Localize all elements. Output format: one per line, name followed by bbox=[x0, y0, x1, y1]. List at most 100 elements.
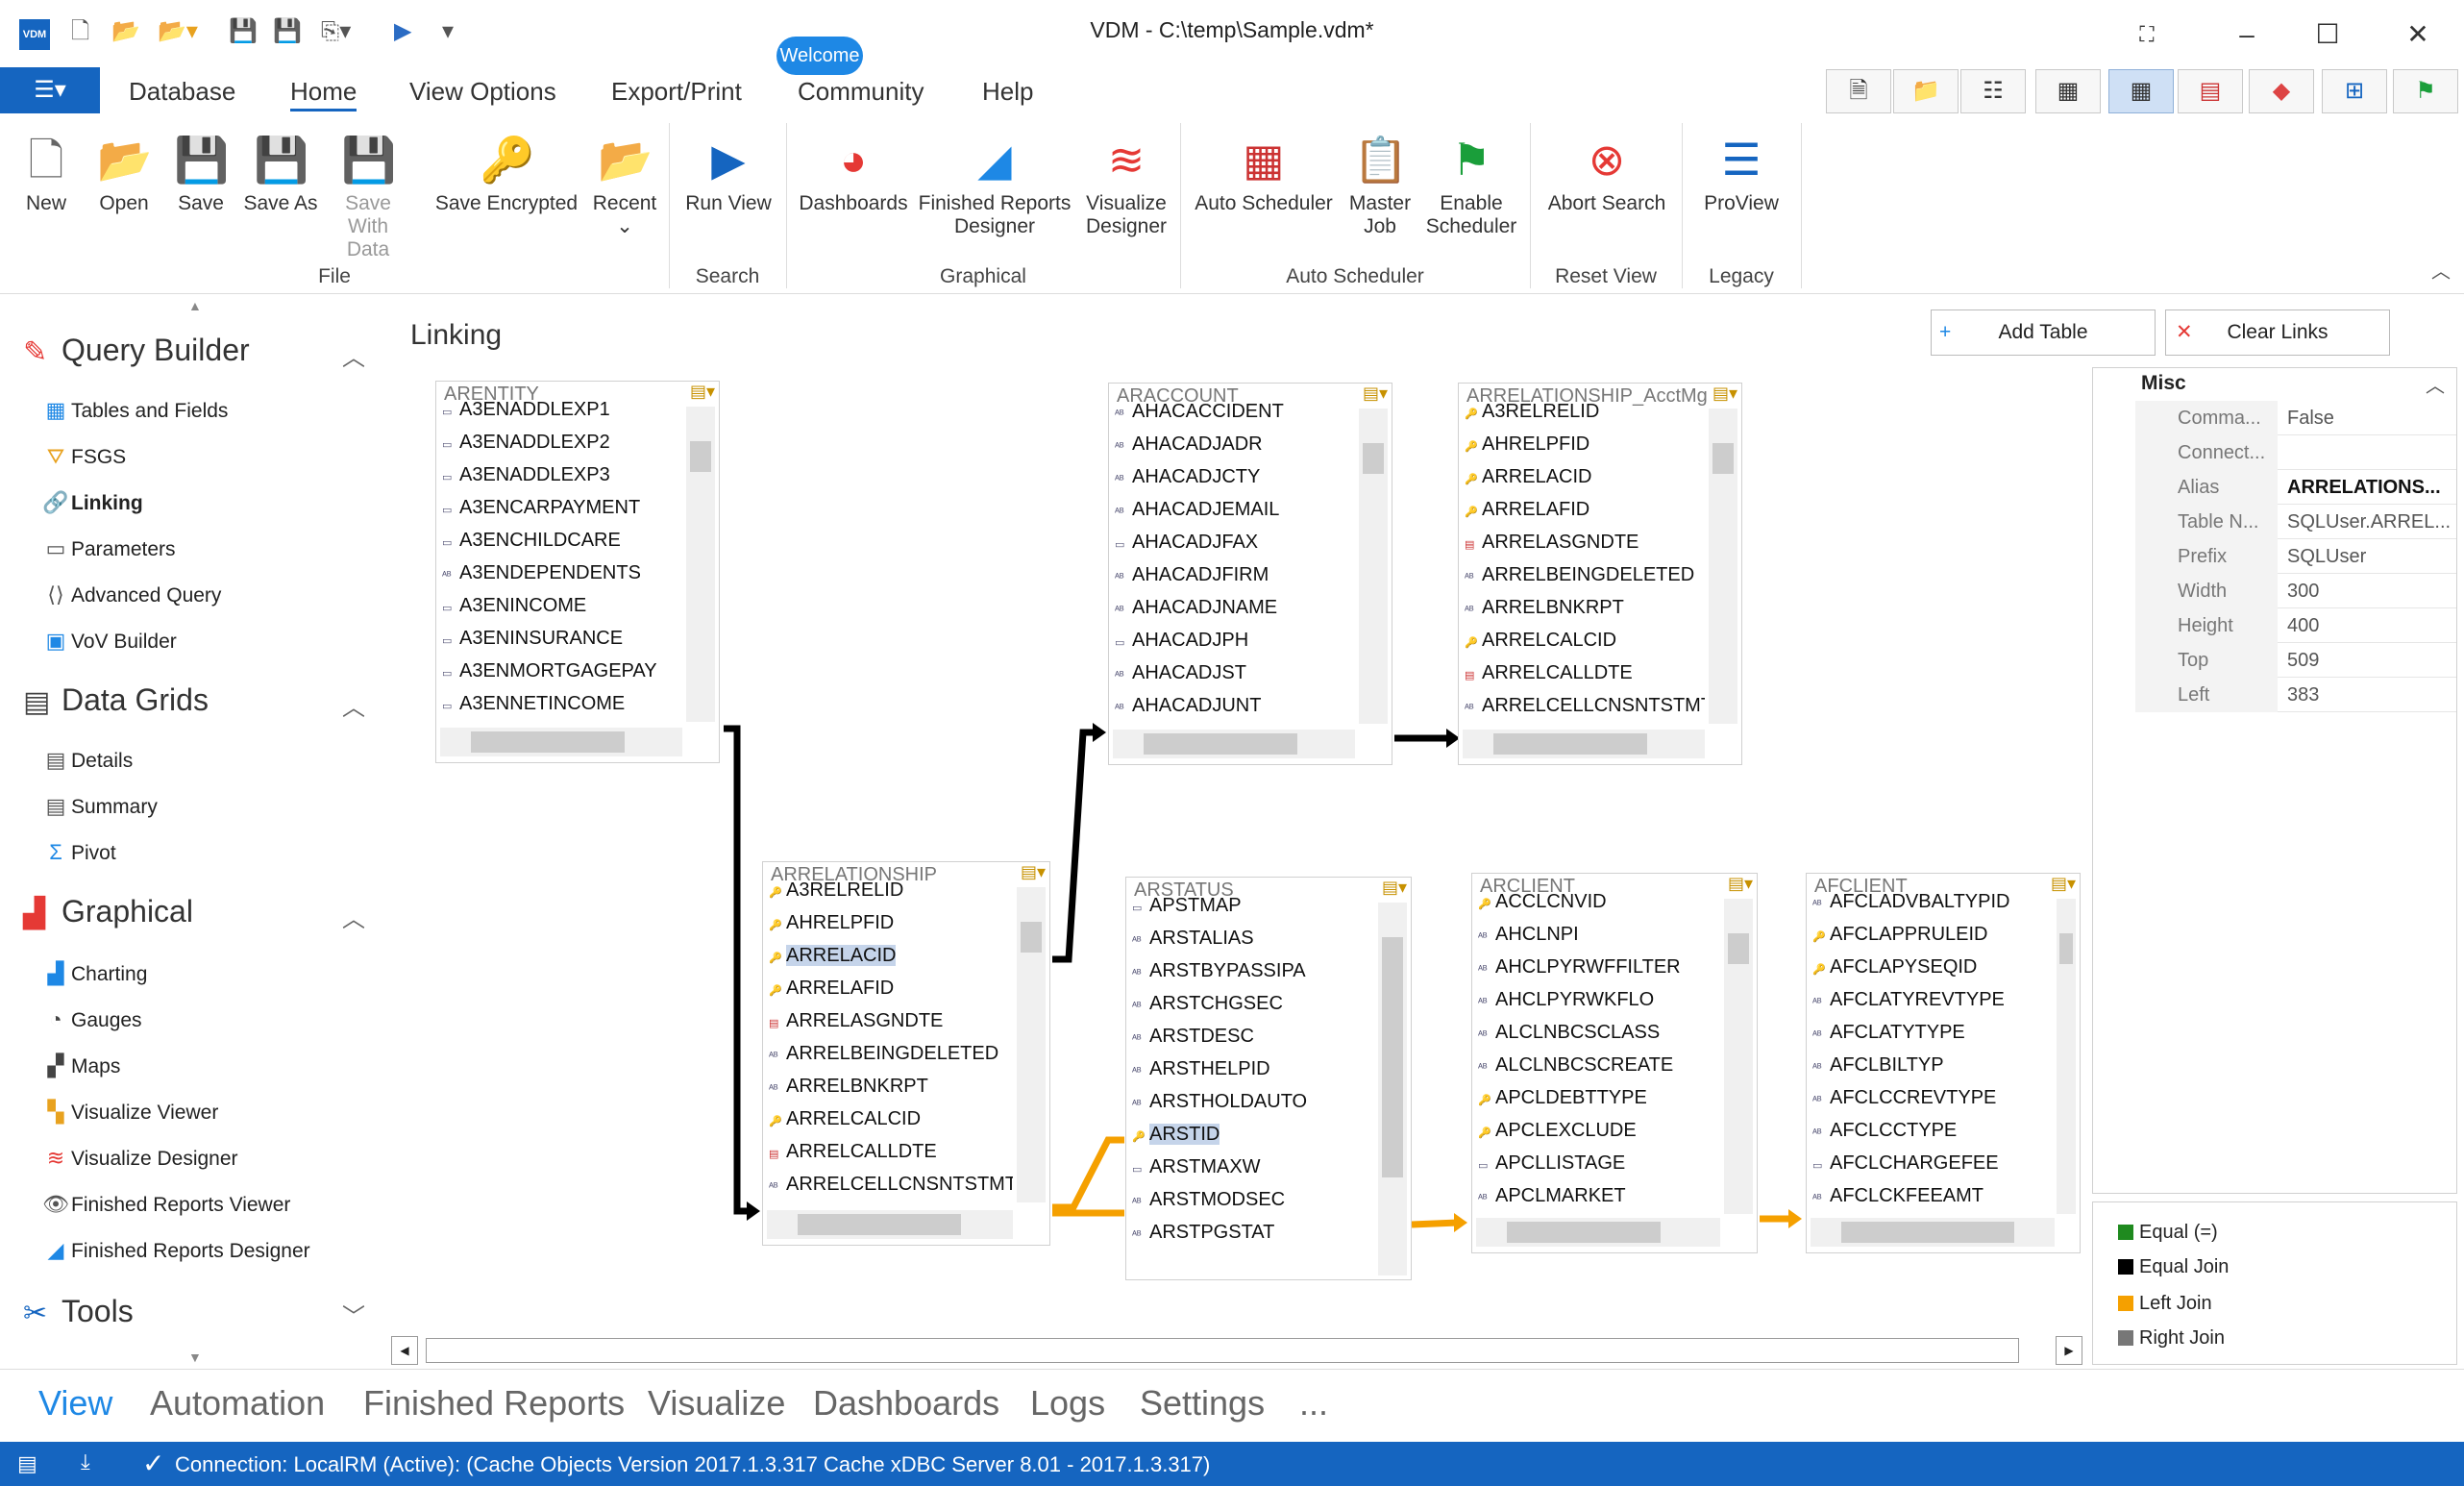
nav-summary[interactable]: ▤ Summary bbox=[40, 794, 158, 819]
link-canvas[interactable]: ARENTITY ▤▾ ▭ A3ENADDLEXP1 ▭ A3ENADDLEXP2 … bbox=[389, 373, 2090, 1334]
field-item[interactable]: ᴬᴮ AHCLPYRWFFILTER bbox=[1478, 951, 1720, 983]
field-item[interactable]: ▭ A3ENNETINCOME bbox=[442, 687, 682, 720]
field-item[interactable]: ▭ AHACADJFAX bbox=[1115, 526, 1355, 558]
nav-parameters[interactable]: ▭ Parameters bbox=[40, 536, 176, 561]
nav-maps[interactable]: ▞ Maps bbox=[40, 1053, 121, 1078]
table-options-icon[interactable]: ▤▾ bbox=[690, 382, 715, 402]
table-card-arentity[interactable]: ARENTITY ▤▾ ▭ A3ENADDLEXP1 ▭ A3ENADDLEXP2 … bbox=[435, 381, 720, 763]
field-item[interactable]: ▤ ARRELCALLDTE bbox=[1465, 656, 1705, 689]
nav-automation[interactable]: Automation bbox=[150, 1383, 325, 1424]
property-row[interactable]: Connect... bbox=[2135, 435, 2456, 470]
nav-details[interactable]: ▤ Details bbox=[40, 748, 134, 773]
field-item[interactable]: ▭ A3ENMORTGAGEPAY bbox=[442, 655, 682, 687]
list-view-icon[interactable]: ☷ bbox=[1960, 69, 2026, 113]
field-item[interactable]: ᴬᴮ AFCLADVBALTYPID bbox=[1812, 885, 2055, 918]
field-item[interactable]: 🔑 AFCLAPYSEQID bbox=[1812, 951, 2055, 983]
vertical-scrollbar[interactable] bbox=[1724, 899, 1753, 1214]
field-item[interactable]: ᴬᴮ ALCLNBCSCREATE bbox=[1478, 1049, 1720, 1081]
restore-layout-icon[interactable]: ⛶ bbox=[2126, 13, 2168, 56]
clear-links-button[interactable]: ✕ Clear Links bbox=[2165, 310, 2390, 356]
field-item[interactable]: 🔑 AHRELPFID bbox=[1465, 428, 1705, 460]
chevron-up-icon[interactable]: ︿ bbox=[342, 688, 365, 722]
nav-view[interactable]: View bbox=[38, 1383, 112, 1424]
close-button[interactable]: ✕ bbox=[2397, 13, 2439, 56]
property-row[interactable]: Prefix SQLUser bbox=[2135, 539, 2456, 574]
field-item[interactable]: ᴬᴮ AHACADJCTY bbox=[1115, 460, 1355, 493]
field-item[interactable]: ᴬᴮ AFCLCKFEEAMT bbox=[1812, 1179, 2055, 1212]
property-row[interactable]: Left 383 bbox=[2135, 678, 2456, 712]
field-item[interactable]: ᴬᴮ AFCLATYREVTYPE bbox=[1812, 983, 2055, 1016]
field-item[interactable]: ▤ ARRELASGNDTE bbox=[769, 1004, 1013, 1037]
nav-pivot[interactable]: Σ Pivot bbox=[40, 840, 116, 865]
property-row[interactable]: Alias ARRELATIONS... bbox=[2135, 470, 2456, 505]
field-item[interactable]: ᴬᴮ ARSTHELPID bbox=[1132, 1053, 1374, 1085]
field-item[interactable]: ᴬᴮ ARRELCELLCNSNTSTMT bbox=[769, 1168, 1013, 1201]
horizontal-scrollbar[interactable] bbox=[767, 1210, 1013, 1239]
chevron-up-icon[interactable]: ︿ bbox=[2426, 370, 2445, 398]
field-item[interactable]: ᴬᴮ AFCLCCTYPE bbox=[1812, 1114, 2055, 1147]
fit-icon[interactable]: ⊞ bbox=[2322, 69, 2387, 113]
tab-database[interactable]: Database bbox=[129, 77, 235, 107]
field-item[interactable]: ᴬᴮ AHCLNPI bbox=[1478, 918, 1720, 951]
field-item[interactable]: 🔑 APCLEXCLUDE bbox=[1478, 1114, 1720, 1147]
settings-doc-icon[interactable]: 🗎 bbox=[1826, 69, 1891, 113]
field-item[interactable]: ᴬᴮ ARSTALIAS bbox=[1132, 922, 1374, 954]
save-as-button[interactable]: 💾 Save As bbox=[242, 133, 319, 215]
add-table-button[interactable]: + Add Table bbox=[1931, 310, 2156, 356]
nav-dashboards[interactable]: Dashboards bbox=[813, 1383, 999, 1424]
vertical-scrollbar[interactable] bbox=[1359, 409, 1388, 724]
field-item[interactable]: ▭ A3ENADDLEXP1 bbox=[442, 393, 682, 426]
nav-tables-and-fields[interactable]: ▦ Tables and Fields bbox=[40, 398, 229, 423]
grid-view-icon[interactable]: ▦ bbox=[2035, 69, 2101, 113]
chevron-up-icon[interactable]: ︿ bbox=[342, 900, 365, 933]
flag-icon[interactable]: ⚑ bbox=[2393, 69, 2458, 113]
section-tools[interactable]: ✂ Tools bbox=[23, 1294, 134, 1330]
property-row[interactable]: Top 509 bbox=[2135, 643, 2456, 678]
download-icon[interactable]: ⤓ bbox=[81, 1449, 90, 1474]
dashboards-button[interactable]: ◕ Dashboards bbox=[798, 133, 909, 215]
field-item[interactable]: ᴬᴮ ARSTHOLDAUTO bbox=[1132, 1085, 1374, 1118]
tab-home[interactable]: Home bbox=[290, 77, 357, 111]
table-options-icon[interactable]: ▤▾ bbox=[1363, 384, 1388, 404]
field-item[interactable]: ᴬᴮ AFCLATYTYPE bbox=[1812, 1016, 2055, 1049]
field-item[interactable]: 🔑 AHRELPFID bbox=[769, 906, 1013, 939]
field-item[interactable]: ᴬᴮ ARSTBYPASSIPA bbox=[1132, 954, 1374, 987]
nav-visualize[interactable]: Visualize bbox=[648, 1383, 785, 1424]
welcome-badge[interactable]: Welcome bbox=[776, 37, 863, 75]
run-view-button[interactable]: ▶ Run View bbox=[680, 133, 776, 215]
table-card-arrelationship-acctmg[interactable]: ARRELATIONSHIP_AcctMg ▤▾ 🔑 A3RELRELID 🔑 AH… bbox=[1458, 383, 1742, 765]
table-card-afclient[interactable]: AFCLIENT ▤▾ ᴬᴮ AFCLADVBALTYPID 🔑 AFCLAPPRU… bbox=[1806, 873, 2081, 1253]
new-button[interactable]: 🗋 New bbox=[17, 133, 75, 215]
nav-charting[interactable]: ▟ Charting bbox=[40, 961, 148, 986]
field-item[interactable]: ᴬᴮ ARRELBNKRPT bbox=[769, 1070, 1013, 1102]
field-item[interactable]: ▭ A3ENCHILDCARE bbox=[442, 524, 682, 557]
scroll-down-icon[interactable]: ▼ bbox=[188, 1350, 202, 1365]
tab-export-print[interactable]: Export/Print bbox=[611, 77, 742, 107]
property-row[interactable]: Table N... SQLUser.ARREL... bbox=[2135, 505, 2456, 539]
property-row[interactable]: Width 300 bbox=[2135, 574, 2456, 608]
table-view-icon[interactable]: ▦ bbox=[2108, 69, 2174, 113]
field-item[interactable]: 🔑 ARRELAFID bbox=[1465, 493, 1705, 526]
field-item[interactable]: ▭ A3ENCARPAYMENT bbox=[442, 491, 682, 524]
field-item[interactable]: ᴬᴮ AHACADJNAME bbox=[1115, 591, 1355, 624]
nav-visualize-designer[interactable]: ≋ Visualize Designer bbox=[40, 1146, 238, 1171]
vertical-scrollbar[interactable] bbox=[2057, 899, 2076, 1214]
field-item[interactable]: 🔑 ARRELCALCID bbox=[769, 1102, 1013, 1135]
finished-reports-designer-button[interactable]: ◢ Finished Reports Designer bbox=[917, 133, 1072, 238]
field-item[interactable]: 🔑 APCLDEBTTYPE bbox=[1478, 1081, 1720, 1114]
scroll-up-icon[interactable]: ▲ bbox=[188, 298, 202, 313]
vertical-scrollbar[interactable] bbox=[1017, 887, 1046, 1202]
field-item[interactable]: 🔑 ACCLCNVID bbox=[1478, 885, 1720, 918]
nav-finished-reports[interactable]: Finished Reports bbox=[363, 1383, 625, 1424]
minimize-button[interactable]: – bbox=[2226, 13, 2268, 56]
enable-scheduler-button[interactable]: ⚑ Enable Scheduler bbox=[1420, 133, 1522, 238]
field-item[interactable]: ᴬᴮ AHACADJFIRM bbox=[1115, 558, 1355, 591]
field-item[interactable]: ᴬᴮ AHACADJADR bbox=[1115, 428, 1355, 460]
table-options-icon[interactable]: ▤▾ bbox=[1712, 384, 1737, 404]
table-card-arclient[interactable]: ARCLIENT ▤▾ 🔑 ACCLCNVID ᴬᴮ AHCLNPI ᴬᴮ AHCLP… bbox=[1471, 873, 1758, 1253]
auto-scheduler-button[interactable]: ▦ Auto Scheduler bbox=[1190, 133, 1338, 215]
visualize-designer-button[interactable]: ≋ Visualize Designer bbox=[1080, 133, 1172, 238]
nav-gauges[interactable]: ◔ Gauges bbox=[40, 1007, 141, 1032]
field-item[interactable]: ▤ ARRELASGNDTE bbox=[1465, 526, 1705, 558]
horizontal-scrollbar[interactable] bbox=[440, 728, 682, 756]
